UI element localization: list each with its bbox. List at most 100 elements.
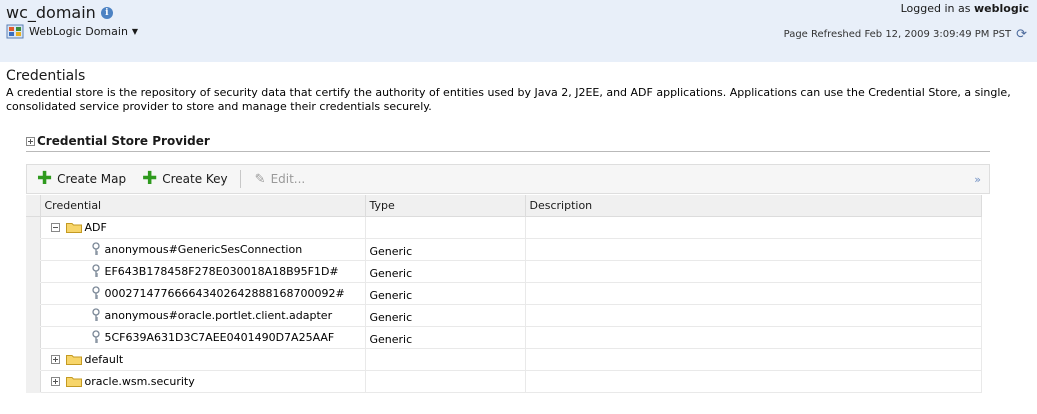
row-selector[interactable] — [26, 216, 41, 239]
key-name[interactable]: anonymous#oracle.portlet.client.adapter — [105, 309, 333, 322]
description-cell — [525, 326, 982, 349]
weblogic-domain-menu-label: WebLogic Domain — [29, 25, 128, 38]
type-cell — [365, 348, 526, 371]
key-icon — [91, 330, 100, 343]
credentials-toolbar: ✚ Create Map ✚ Create Key ✎ Edit... » — [26, 164, 990, 194]
domain-title-text: wc_domain — [6, 3, 96, 22]
page-refreshed: Page Refreshed Feb 12, 2009 3:09:49 PM P… — [784, 27, 1027, 42]
toolbar-overflow-button[interactable]: » — [974, 173, 981, 186]
credential-cell-content: ADF — [45, 221, 365, 234]
type-cell: Generic — [365, 282, 526, 305]
row-selector[interactable] — [26, 282, 41, 305]
edit-label: Edit... — [270, 172, 306, 186]
type-cell — [365, 370, 526, 393]
page-description: A credential store is the repository of … — [6, 86, 1011, 113]
column-header-type[interactable]: Type — [365, 195, 526, 217]
key-icon — [91, 308, 100, 321]
credential-cell-content: EF643B178458F278E030018A18B95F1D# — [45, 264, 365, 278]
credential-cell-content: anonymous#GenericSesConnection — [45, 242, 365, 256]
type-cell: Generic — [365, 326, 526, 349]
green-plus-icon: ✚ — [142, 168, 158, 189]
table-header-row: Credential Type Description — [26, 195, 982, 217]
info-icon[interactable]: i — [100, 6, 113, 19]
key-icon — [91, 242, 100, 255]
create-map-label: Create Map — [57, 172, 127, 186]
type-cell: Generic — [365, 238, 526, 261]
type-cell: Generic — [365, 260, 526, 283]
column-header-description[interactable]: Description — [525, 195, 982, 217]
page-title: Credentials — [6, 68, 86, 84]
credential-store-provider-label: Credential Store Provider — [37, 134, 210, 148]
table-row[interactable]: anonymous#GenericSesConnection Generic — [26, 238, 982, 261]
row-selector[interactable] — [26, 304, 41, 327]
table-row[interactable]: 000271477666643402642888168700092# Generi… — [26, 282, 982, 305]
credential-cell-content: 5CF639A631D3C7AEE0401490D7A25AAF — [45, 330, 365, 344]
green-plus-icon: ✚ — [37, 168, 53, 189]
expand-icon[interactable] — [50, 376, 60, 386]
credential-cell-content: oracle.wsm.security — [45, 375, 365, 388]
page-refreshed-text: Page Refreshed Feb 12, 2009 3:09:49 PM P… — [783, 29, 1012, 40]
table-row[interactable]: 5CF639A631D3C7AEE0401490D7A25AAF Generic — [26, 326, 982, 349]
credential-cell-content: 000271477666643402642888168700092# — [45, 286, 365, 300]
folder-icon — [65, 376, 82, 387]
weblogic-domain-menu[interactable]: WebLogic Domain ▼ — [6, 24, 138, 39]
refresh-icon[interactable]: ⟳ — [1016, 27, 1027, 42]
domain-title: wc_domain i — [6, 3, 113, 22]
row-selector[interactable] — [26, 348, 41, 371]
credential-cell-content: anonymous#oracle.portlet.client.adapter — [45, 308, 365, 322]
table-row[interactable]: EF643B178458F278E030018A18B95F1D# Generic — [26, 260, 982, 283]
description-cell — [525, 260, 982, 283]
chevron-down-icon: ▼ — [131, 27, 139, 36]
table-row[interactable]: oracle.wsm.security — [26, 370, 982, 393]
create-map-button[interactable]: ✚ Create Map — [37, 168, 127, 189]
expand-icon — [26, 136, 35, 146]
row-selector[interactable] — [26, 370, 41, 393]
column-header-credential[interactable]: Credential — [40, 195, 366, 217]
credential-cell: 5CF639A631D3C7AEE0401490D7A25AAF — [40, 326, 366, 349]
create-key-label: Create Key — [162, 172, 228, 186]
description-cell — [525, 216, 982, 239]
logged-in-prefix: Logged in as — [900, 2, 971, 15]
weblogic-domain-icon — [6, 24, 24, 39]
row-selector[interactable] — [26, 238, 41, 261]
key-icon — [91, 286, 100, 299]
key-icon — [91, 264, 100, 277]
folder-icon — [65, 222, 82, 233]
create-key-button[interactable]: ✚ Create Key — [142, 168, 228, 189]
description-cell — [525, 348, 982, 371]
page-header: wc_domain i WebLogic Domain ▼ Logged in … — [0, 0, 1037, 62]
expand-icon[interactable] — [50, 354, 60, 364]
type-cell: Generic — [365, 304, 526, 327]
key-name[interactable]: 000271477666643402642888168700092# — [105, 287, 345, 300]
key-name[interactable]: 5CF639A631D3C7AEE0401490D7A25AAF — [105, 331, 335, 344]
table-row[interactable]: anonymous#oracle.portlet.client.adapter G… — [26, 304, 982, 327]
map-name[interactable]: default — [85, 353, 124, 366]
map-name[interactable]: ADF — [85, 221, 107, 234]
credential-cell-content: default — [45, 353, 365, 366]
type-cell — [365, 216, 526, 239]
description-cell — [525, 304, 982, 327]
divider — [26, 151, 990, 152]
credential-cell: oracle.wsm.security — [40, 370, 366, 393]
description-cell — [525, 370, 982, 393]
logged-in-status: Logged in as weblogic — [901, 2, 1029, 15]
edit-button[interactable]: ✎ Edit... — [255, 172, 306, 187]
key-name[interactable]: EF643B178458F278E030018A18B95F1D# — [105, 265, 339, 278]
toolbar-separator — [239, 170, 241, 188]
credential-cell: anonymous#GenericSesConnection — [40, 238, 366, 261]
row-selector[interactable] — [26, 326, 41, 349]
folder-icon — [65, 354, 82, 365]
key-name[interactable]: anonymous#GenericSesConnection — [105, 243, 303, 256]
map-name[interactable]: oracle.wsm.security — [85, 375, 195, 388]
credential-cell: default — [40, 348, 366, 371]
credentials-table: Credential Type Description ADF anonymous… — [26, 195, 982, 393]
credential-cell: anonymous#oracle.portlet.client.adapter — [40, 304, 366, 327]
logged-in-user: weblogic — [974, 2, 1029, 15]
collapse-icon[interactable] — [50, 222, 60, 232]
row-selector[interactable] — [26, 260, 41, 283]
table-row[interactable]: default — [26, 348, 982, 371]
description-cell — [525, 238, 982, 261]
table-row[interactable]: ADF — [26, 216, 982, 239]
credential-store-provider-toggle[interactable]: Credential Store Provider — [26, 134, 210, 148]
description-cell — [525, 282, 982, 305]
